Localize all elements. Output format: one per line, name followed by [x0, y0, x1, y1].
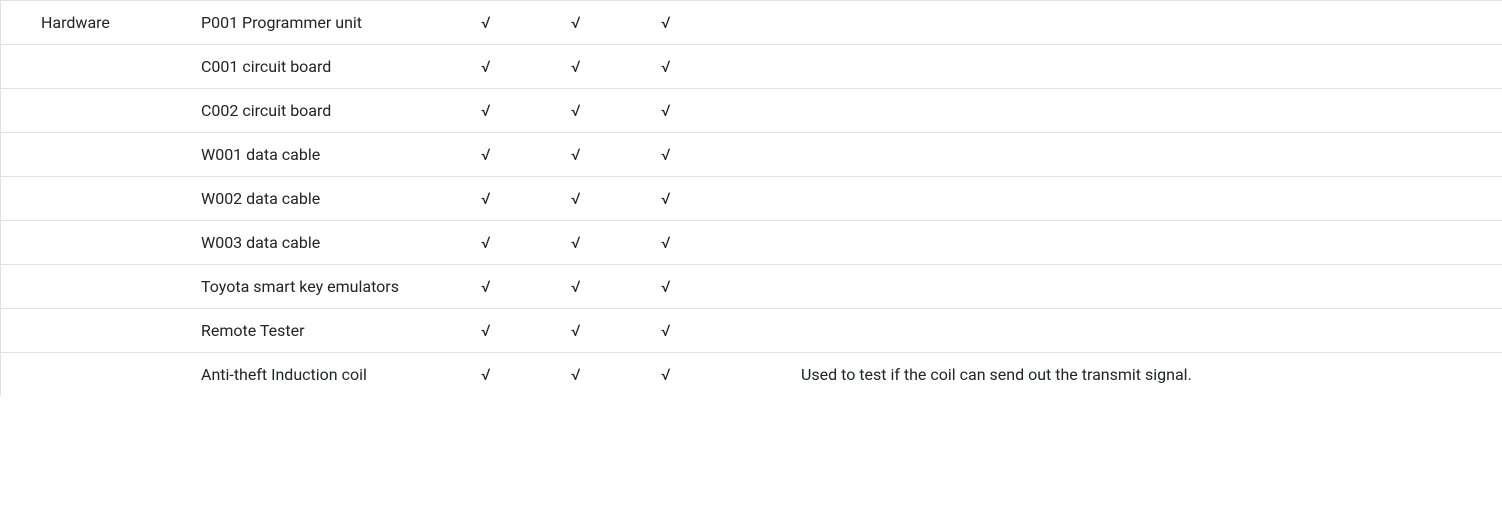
check-cell: √ — [651, 309, 741, 353]
category-cell — [1, 221, 181, 265]
category-cell — [1, 89, 181, 133]
check-cell: √ — [561, 221, 651, 265]
description-cell — [741, 45, 1502, 89]
item-cell: Remote Tester — [181, 309, 471, 353]
check-cell: √ — [471, 45, 561, 89]
check-cell: √ — [561, 353, 651, 397]
table-row: C002 circuit board √ √ √ — [1, 89, 1502, 133]
check-cell: √ — [651, 177, 741, 221]
checkmark-icon: √ — [571, 101, 581, 120]
check-cell: √ — [471, 133, 561, 177]
checkmark-icon: √ — [481, 189, 491, 208]
checkmark-icon: √ — [661, 57, 671, 76]
description-cell — [741, 89, 1502, 133]
checkmark-icon: √ — [661, 145, 671, 164]
description-cell: Used to test if the coil can send out th… — [741, 353, 1502, 397]
checkmark-icon: √ — [571, 57, 581, 76]
check-cell: √ — [651, 133, 741, 177]
description-cell — [741, 133, 1502, 177]
item-cell: Toyota smart key emulators — [181, 265, 471, 309]
item-cell: P001 Programmer unit — [181, 1, 471, 45]
checkmark-icon: √ — [661, 277, 671, 296]
checkmark-icon: √ — [661, 321, 671, 340]
category-cell — [1, 177, 181, 221]
category-cell — [1, 45, 181, 89]
checkmark-icon: √ — [661, 233, 671, 252]
check-cell: √ — [561, 265, 651, 309]
category-cell: Hardware — [1, 1, 181, 45]
table-row: HardwareP001 Programmer unit √ √ √ — [1, 1, 1502, 45]
hardware-table-container: HardwareP001 Programmer unit√√√C001 circ… — [0, 0, 1502, 396]
table-row: W003 data cable √ √ √ — [1, 221, 1502, 265]
check-cell: √ — [651, 353, 741, 397]
check-cell: √ — [471, 89, 561, 133]
table-row: Toyota smart key emulators √ √ √ — [1, 265, 1502, 309]
checkmark-icon: √ — [571, 233, 581, 252]
checkmark-icon: √ — [661, 101, 671, 120]
checkmark-icon: √ — [481, 321, 491, 340]
check-cell: √ — [651, 45, 741, 89]
checkmark-icon: √ — [481, 233, 491, 252]
checkmark-icon: √ — [661, 189, 671, 208]
category-cell — [1, 133, 181, 177]
item-cell: C002 circuit board — [181, 89, 471, 133]
checkmark-icon: √ — [571, 277, 581, 296]
check-cell: √ — [561, 309, 651, 353]
hardware-table: HardwareP001 Programmer unit√√√C001 circ… — [1, 0, 1502, 396]
item-cell: W002 data cable — [181, 177, 471, 221]
description-cell — [741, 1, 1502, 45]
category-cell — [1, 265, 181, 309]
checkmark-icon: √ — [571, 13, 581, 32]
checkmark-icon: √ — [661, 13, 671, 32]
category-cell — [1, 309, 181, 353]
checkmark-icon: √ — [571, 189, 581, 208]
description-cell — [741, 177, 1502, 221]
check-cell: √ — [471, 1, 561, 45]
table-row: W001 data cable √ √ √ — [1, 133, 1502, 177]
checkmark-icon: √ — [481, 145, 491, 164]
checkmark-icon: √ — [571, 365, 581, 384]
item-cell: W003 data cable — [181, 221, 471, 265]
checkmark-icon: √ — [571, 145, 581, 164]
checkmark-icon: √ — [481, 101, 491, 120]
check-cell: √ — [561, 45, 651, 89]
check-cell: √ — [651, 265, 741, 309]
item-cell: C001 circuit board — [181, 45, 471, 89]
check-cell: √ — [561, 133, 651, 177]
check-cell: √ — [471, 221, 561, 265]
check-cell: √ — [651, 1, 741, 45]
check-cell: √ — [561, 1, 651, 45]
item-cell: Anti-theft Induction coil — [181, 353, 471, 397]
description-cell — [741, 309, 1502, 353]
check-cell: √ — [471, 309, 561, 353]
check-cell: √ — [651, 89, 741, 133]
checkmark-icon: √ — [481, 57, 491, 76]
description-cell — [741, 221, 1502, 265]
table-row: C001 circuit board √ √ √ — [1, 45, 1502, 89]
checkmark-icon: √ — [481, 365, 491, 384]
check-cell: √ — [471, 353, 561, 397]
category-cell — [1, 353, 181, 397]
table-row: Remote Tester √ √ √ — [1, 309, 1502, 353]
check-cell: √ — [561, 177, 651, 221]
check-cell: √ — [561, 89, 651, 133]
checkmark-icon: √ — [481, 13, 491, 32]
item-cell: W001 data cable — [181, 133, 471, 177]
checkmark-icon: √ — [481, 277, 491, 296]
checkmark-icon: √ — [661, 365, 671, 384]
description-cell — [741, 265, 1502, 309]
table-row: W002 data cable √ √ √ — [1, 177, 1502, 221]
checkmark-icon: √ — [571, 321, 581, 340]
check-cell: √ — [471, 177, 561, 221]
table-row: Anti-theft Induction coil √ √ √ Used to test… — [1, 353, 1502, 397]
check-cell: √ — [651, 221, 741, 265]
check-cell: √ — [471, 265, 561, 309]
